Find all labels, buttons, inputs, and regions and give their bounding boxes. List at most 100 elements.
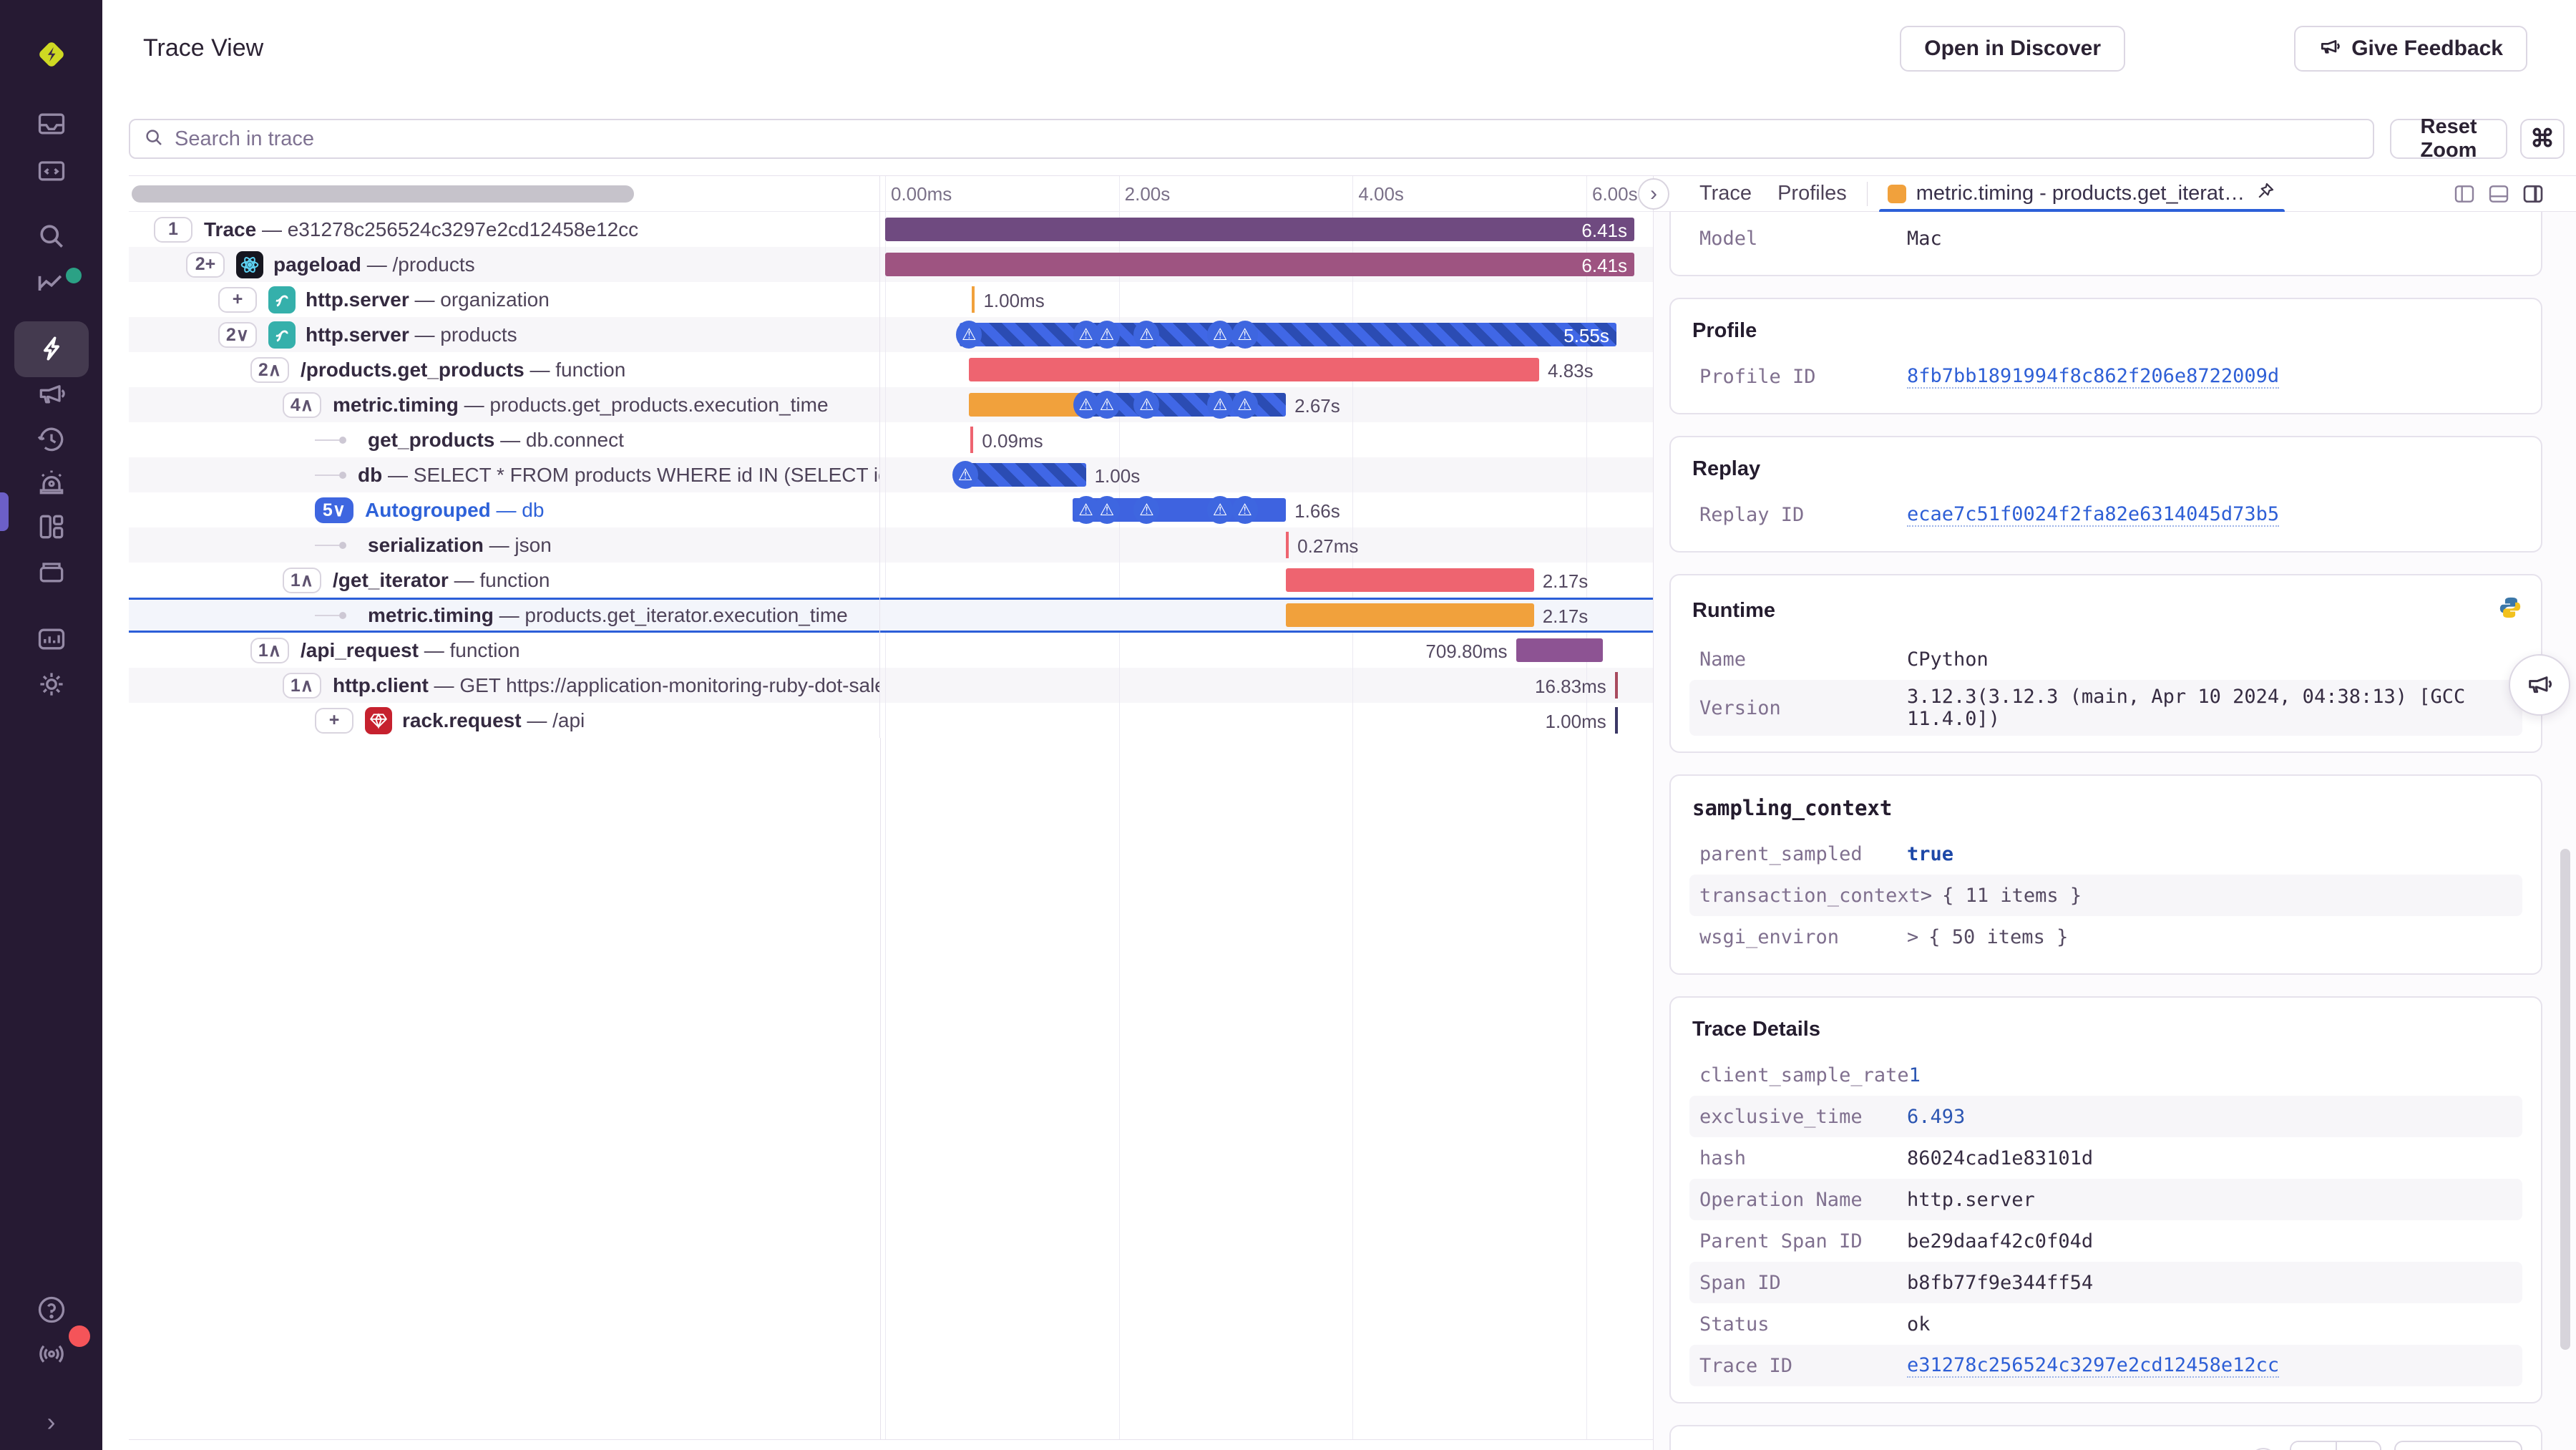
whats-new-broadcast-icon[interactable] <box>34 1335 69 1370</box>
error-alert-icon[interactable]: ⚠ <box>1133 391 1160 419</box>
span-children-toggle-badge[interactable]: 2∧ <box>250 356 289 383</box>
error-alert-icon[interactable]: ⚠ <box>1207 496 1233 524</box>
layout-left-icon[interactable] <box>2453 183 2476 209</box>
span-row[interactable]: 4∧ metric.timing — products.get_products.… <box>129 387 1653 422</box>
span-children-toggle-badge[interactable]: 2∨ <box>218 321 257 348</box>
error-alert-icon[interactable]: ⚠ <box>1093 321 1120 349</box>
span-tree-cell[interactable]: db — SELECT * FROM products WHERE id IN … <box>129 457 880 492</box>
span-duration-bar[interactable] <box>1516 638 1603 662</box>
span-children-toggle-badge[interactable]: 2+ <box>186 251 225 278</box>
span-bar-cell[interactable]: 0.27ms <box>880 527 1653 563</box>
span-tree-cell[interactable]: 1 Trace — e31278c256524c3297e2cd12458e12c… <box>129 212 880 247</box>
pin-icon[interactable] <box>2255 180 2276 208</box>
span-tree-cell[interactable]: get_products — db.connect <box>129 422 880 457</box>
error-alert-icon[interactable]: ⚠ <box>956 321 982 349</box>
span-duration-bar[interactable] <box>885 218 1634 241</box>
span-duration-bar[interactable] <box>959 463 1086 487</box>
span-row[interactable]: 5∨ Autogrouped — db 1.66s ⚠ ⚠ ⚠ ⚠ ⚠ <box>129 492 1653 527</box>
span-bar-cell[interactable]: 1.00ms <box>880 282 1653 317</box>
performance-icon[interactable] <box>34 331 69 366</box>
span-row[interactable]: 1∧ /api_request — function 709.80ms <box>129 633 1653 668</box>
give-feedback-button[interactable]: Give Feedback <box>2294 26 2527 72</box>
tab-trace[interactable]: Trace <box>1687 176 1765 212</box>
releases-archive-icon[interactable] <box>34 555 69 589</box>
detail-value[interactable]: ecae7c51f0024f2fa82e6314045d73b5 <box>1907 503 2280 527</box>
help-icon[interactable] <box>34 1293 69 1327</box>
span-tree-cell[interactable]: 4∧ metric.timing — products.get_products.… <box>129 387 880 422</box>
profile-button[interactable]: Profile <box>2394 1441 2522 1450</box>
span-row[interactable]: 1∧ http.client — GET https://application-… <box>129 668 1653 703</box>
span-bar-cell[interactable]: 2.67s ⚠ ⚠ ⚠ ⚠ ⚠ <box>880 387 1653 422</box>
span-tree-cell[interactable]: 2∧ /products.get_products — function <box>129 352 880 387</box>
span-bar-cell[interactable]: 6.41s <box>880 247 1653 282</box>
span-children-toggle-badge[interactable]: 1∧ <box>250 637 289 663</box>
span-bar-cell[interactable]: 1.00ms <box>880 703 1653 738</box>
detail-value[interactable]: 8fb7bb1891994f8c862f206e8722009d <box>1907 365 2280 389</box>
span-tree-cell[interactable]: + rack.request — /api <box>129 703 880 738</box>
layout-bottom-icon[interactable] <box>2487 183 2510 209</box>
span-row[interactable]: serialization — json 0.27ms <box>129 527 1653 563</box>
feedback-megaphone-icon[interactable] <box>34 376 69 410</box>
span-bar-cell[interactable]: 4.83s <box>880 352 1653 387</box>
span-tree-cell[interactable]: 2∨ http.server — products <box>129 317 880 352</box>
span-tree-cell[interactable]: 1∧ /api_request — function <box>129 633 880 668</box>
span-bar-cell[interactable]: 5.55s ⚠ ⚠ ⚠ ⚠ ⚠ ⚠ <box>880 317 1653 352</box>
span-bar-cell[interactable]: 1.00s ⚠ <box>880 457 1653 492</box>
insights-icon[interactable] <box>34 266 69 300</box>
sidebar-expand-chevron-icon[interactable]: › <box>34 1405 69 1439</box>
panel-collapse-chevron-icon[interactable]: › <box>1638 178 1669 210</box>
span-row[interactable]: metric.timing — products.get_iterator.ex… <box>129 598 1653 633</box>
span-row[interactable]: get_products — db.connect 0.09ms <box>129 422 1653 457</box>
span-row[interactable]: 2∧ /products.get_products — function 4.83s <box>129 352 1653 387</box>
span-children-toggle-badge[interactable]: 4∧ <box>283 391 321 418</box>
tab-profiles[interactable]: Profiles <box>1765 176 1860 212</box>
span-row[interactable]: + http.server — organization 1.00ms <box>129 282 1653 317</box>
span-row[interactable]: 2∨ http.server — products 5.55s ⚠ ⚠ ⚠ ⚠ ⚠ ⚠ <box>129 317 1653 352</box>
span-bar-cell[interactable]: 6.41s <box>880 212 1653 247</box>
span-duration-bar[interactable] <box>959 323 1616 346</box>
span-tree-cell[interactable]: 5∨ Autogrouped — db <box>129 492 880 527</box>
span-bar-cell[interactable]: 2.17s <box>880 563 1653 598</box>
span-row[interactable]: + rack.request — /api 1.00ms <box>129 703 1653 738</box>
span-row[interactable]: 1 Trace — e31278c256524c3297e2cd12458e12c… <box>129 212 1653 247</box>
error-alert-icon[interactable]: ⚠ <box>1231 496 1258 524</box>
span-duration-tick[interactable] <box>970 427 974 453</box>
dashboards-icon[interactable] <box>34 510 69 544</box>
span-children-toggle-badge[interactable]: + <box>315 707 353 734</box>
span-duration-bar[interactable] <box>1286 603 1534 627</box>
span-row[interactable]: db — SELECT * FROM products WHERE id IN … <box>129 457 1653 492</box>
span-children-toggle-badge[interactable]: 1∧ <box>283 567 321 593</box>
replays-clock-icon[interactable] <box>34 422 69 457</box>
alerts-siren-icon[interactable] <box>34 465 69 500</box>
span-bar-cell[interactable]: 0.09ms <box>880 422 1653 457</box>
span-tree-cell[interactable]: serialization — json <box>129 527 880 563</box>
error-alert-icon[interactable]: ⚠ <box>1207 321 1233 349</box>
panel-vertical-scrollbar[interactable] <box>2560 849 2570 1350</box>
span-tree-cell[interactable]: metric.timing — products.get_iterator.ex… <box>129 598 880 633</box>
span-bar-cell[interactable]: 2.17s <box>880 598 1653 633</box>
sentry-logo[interactable] <box>34 37 69 72</box>
span-bar-cell[interactable]: 709.80ms <box>880 633 1653 668</box>
shortcut-command-button[interactable]: ⌘ <box>2520 119 2565 159</box>
span-duration-bar[interactable] <box>969 393 1086 417</box>
open-in-discover-button[interactable]: Open in Discover <box>1900 26 2125 72</box>
error-alert-icon[interactable]: ⚠ <box>1133 321 1160 349</box>
stats-icon[interactable] <box>34 622 69 656</box>
span-children-toggle-badge[interactable]: + <box>218 286 257 313</box>
span-duration-bar[interactable] <box>969 358 1540 381</box>
error-alert-icon[interactable]: ⚠ <box>1093 391 1120 419</box>
span-tree-cell[interactable]: + http.server — organization <box>129 282 880 317</box>
span-children-toggle-badge[interactable]: 1 <box>154 216 192 243</box>
error-alert-icon[interactable]: ⚠ <box>1093 496 1120 524</box>
span-row[interactable]: 2+ pageload — /products 6.41s <box>129 247 1653 282</box>
reset-zoom-button[interactable]: Reset Zoom <box>2390 115 2507 162</box>
expand-chevron-icon[interactable]: > <box>1907 926 1918 948</box>
detail-value[interactable]: >{ 11 items } <box>1921 885 2082 907</box>
error-alert-icon[interactable]: ⚠ <box>952 461 979 489</box>
span-duration-bar[interactable] <box>1286 568 1534 592</box>
error-alert-icon[interactable]: ⚠ <box>1231 321 1258 349</box>
detail-value[interactable]: >{ 50 items } <box>1907 926 2068 948</box>
detail-value[interactable]: e31278c256524c3297e2cd12458e12cc <box>1907 1354 2280 1378</box>
error-alert-icon[interactable]: ⚠ <box>1133 496 1160 524</box>
prev-stack-button[interactable]: ‹ <box>2290 1442 2336 1450</box>
